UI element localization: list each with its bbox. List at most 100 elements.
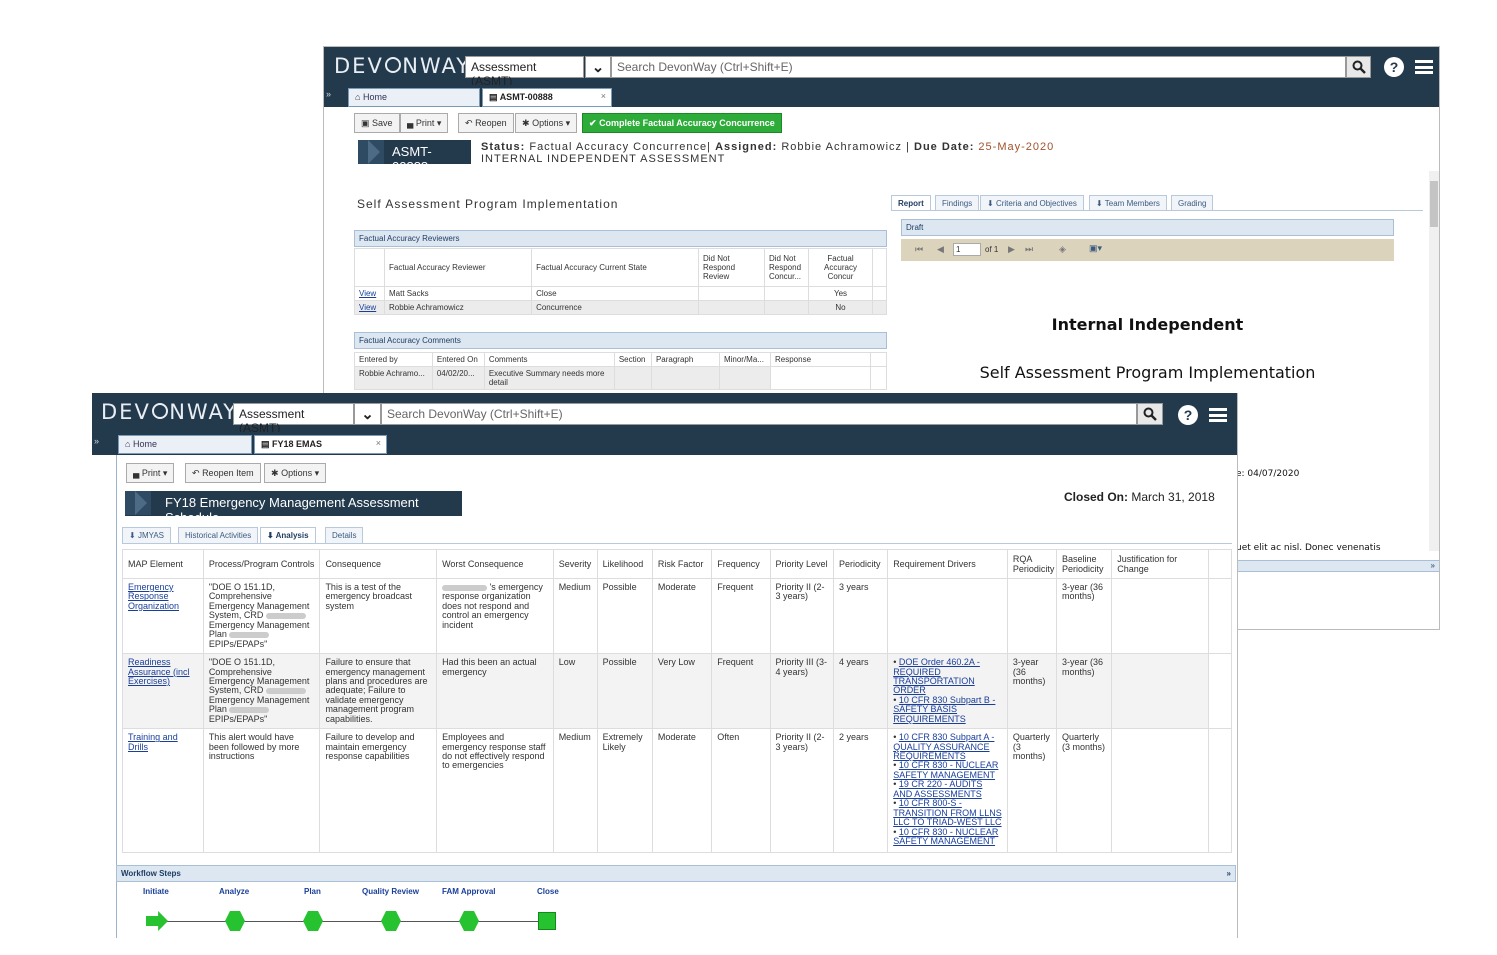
table-row: Robbie Achramo... 04/02/20... Executive Su… <box>354 366 887 390</box>
view-link[interactable]: View <box>359 289 376 298</box>
reopen-item-button[interactable]: ↶ Reopen Item <box>185 463 261 483</box>
tab-report[interactable]: Report <box>891 195 931 211</box>
status-line: Status: Factual Accuracy Concurrence| As… <box>481 141 1055 153</box>
close-icon[interactable]: × <box>601 91 606 101</box>
tab-team-members[interactable]: ⬇ Team Members <box>1089 195 1167 211</box>
requirement-link[interactable]: 10 CFR 830 - NUCLEAR SAFETY MANAGEMENT <box>893 827 998 846</box>
closed-on: Closed On: March 31, 2018 <box>1064 490 1215 504</box>
requirement-link[interactable]: 19 CR 220 - AUDITS AND ASSESSMENTS <box>893 779 982 798</box>
help-icon[interactable]: ? <box>1384 57 1404 77</box>
report-date: e: 04/07/2020 <box>1236 469 1300 479</box>
document-icon: ▤ <box>261 439 270 449</box>
search-button[interactable] <box>1137 403 1163 425</box>
tab-home[interactable]: ⌂ Home <box>348 88 480 107</box>
map-element-link[interactable]: Emergency Response Organization <box>128 582 179 611</box>
requirement-link[interactable]: 10 CFR 830 - NUCLEAR SAFETY MANAGEMENT <box>893 760 998 780</box>
check-circle-icon: ✔ <box>589 118 597 128</box>
map-element-link[interactable]: Training and Drills <box>128 732 178 751</box>
search-icon <box>1352 60 1366 74</box>
hamburger-menu-icon[interactable] <box>1209 408 1227 422</box>
tab-criteria[interactable]: ⬇ Criteria and Objectives <box>980 195 1084 211</box>
tab-jmyas[interactable]: ⬇ JMYAS <box>122 527 172 544</box>
collapse-bar[interactable]: » <box>1236 560 1439 572</box>
chevron-down-icon: ⌄ <box>361 406 374 423</box>
view-link[interactable]: View <box>359 303 376 312</box>
complete-concurrence-button[interactable]: ✔ Complete Factual Accuracy Concurrence <box>582 113 782 133</box>
close-icon[interactable]: × <box>376 438 381 448</box>
print-button[interactable]: ▄ Print ▾ <box>126 463 175 483</box>
comments-table: Entered by Entered On Comments Section Para… <box>354 352 887 390</box>
tab-analysis[interactable]: ⬇ Analysis <box>260 527 316 544</box>
workflow-step-label: Quality Review <box>362 887 419 896</box>
last-page-icon[interactable]: ⏭ <box>1025 244 1033 255</box>
analysis-table: MAP Element Process/Program Controls Conse… <box>122 549 1232 854</box>
top-bar: DEV NWAY Assessment (ASMT) ⌄ Search Devon… <box>324 47 1439 88</box>
module-dropdown-button[interactable]: ⌄ <box>585 56 611 78</box>
reopen-button[interactable]: ↶ Reopen <box>458 113 514 133</box>
search-icon <box>1143 407 1157 421</box>
next-page-icon[interactable]: ▶ <box>1008 244 1015 255</box>
search-button[interactable] <box>1346 56 1371 78</box>
requirement-link[interactable]: 10 CFR 830 Subpart A - QUALITY ASSURANCE… <box>893 732 994 761</box>
requirement-link[interactable]: 10 CFR 830 Subpart B - SAFETY BASIS REQU… <box>893 695 995 724</box>
options-button[interactable]: ✱ Options ▾ <box>515 113 578 133</box>
reviewers-table: Factual Accuracy Reviewer Factual Accura… <box>354 248 887 315</box>
workflow-header: Workflow Steps» <box>116 865 1236 882</box>
tab-record[interactable]: ▤ ASMT-00888 × <box>482 88 612 107</box>
help-icon[interactable]: ? <box>1178 405 1198 425</box>
print-button[interactable]: ▄ Print ▾ <box>400 113 449 133</box>
requirement-link[interactable]: 10 CFR 800-S - TRANSITION FROM LLNS LLC … <box>893 798 1002 827</box>
hamburger-menu-icon[interactable] <box>1415 60 1433 74</box>
tab-historical-activities[interactable]: Historical Activities <box>178 527 259 544</box>
tab-findings[interactable]: Findings <box>935 195 980 211</box>
workflow-connector <box>156 921 546 922</box>
report-heading: Internal Independent <box>1051 315 1244 334</box>
undo-icon: ↶ <box>465 118 473 128</box>
expand-icon[interactable]: » <box>94 436 99 446</box>
first-page-icon[interactable]: ⏮ <box>915 244 923 255</box>
map-element-link[interactable]: Readiness Assurance (incl Exercises) <box>128 657 190 686</box>
requirement-link[interactable]: DOE Order 460.2A - REQUIRED TRANSPORTATI… <box>893 657 980 695</box>
print-icon: ▄ <box>407 118 414 128</box>
tab-details[interactable]: Details <box>325 527 364 544</box>
chevron-down-icon: ⌄ <box>591 59 605 76</box>
refresh-icon[interactable]: ◈ <box>1059 244 1066 255</box>
tab-home[interactable]: ⌂ Home <box>118 435 252 454</box>
workflow-step-label: FAM Approval <box>442 887 496 896</box>
draft-header: Draft <box>901 219 1394 236</box>
save-icon: ▣ <box>361 118 370 128</box>
module-select[interactable]: Assessment (ASMT) <box>465 56 584 88</box>
undo-icon: ↶ <box>192 468 200 478</box>
comments-section-header: Factual Accuracy Comments <box>354 332 887 349</box>
record-banner: ASMT-00888 <box>358 140 471 174</box>
module-select[interactable]: Assessment (ASMT) <box>233 403 354 435</box>
workflow-step-label: Analyze <box>219 887 250 896</box>
collapse-icon[interactable]: » <box>1227 869 1231 878</box>
tab-grading[interactable]: Grading <box>1171 195 1214 211</box>
page-title: Self Assessment Program Implementation <box>357 197 619 211</box>
devonway-logo: DEV NWAY <box>334 54 472 78</box>
workflow-step-close[interactable] <box>538 912 556 930</box>
page-input[interactable]: 1 <box>953 243 981 256</box>
export-icon[interactable]: ▣▾ <box>1089 243 1102 254</box>
table-row: View Matt Sacks Close Yes <box>354 286 887 301</box>
tab-record[interactable]: ▤ FY18 EMAS × <box>254 435 387 454</box>
expand-icon[interactable]: » <box>326 89 331 99</box>
prev-page-icon[interactable]: ◀ <box>937 244 944 255</box>
report-toolbar: ⏮ ◀ 1 of 1 ▶ ⏭ ◈ ▣▾ <box>901 239 1394 261</box>
gear-icon: ✱ <box>271 468 279 478</box>
report-body-text: uet elit ac nisl. Donec venenatis <box>1236 543 1381 553</box>
record-subtitle: INTERNAL INDEPENDENT ASSESSMENT <box>481 153 726 165</box>
save-button[interactable]: ▣ Save <box>354 113 400 133</box>
top-bar: DEV NWAY Assessment (ASMT) ⌄ Search Devon… <box>92 393 1237 435</box>
search-input[interactable]: Search DevonWay (Ctrl+Shift+E) <box>611 56 1346 78</box>
table-row: View Robbie Achramowicz Concurrence No <box>354 300 887 315</box>
table-row: Training and Drills This alert would hav… <box>122 728 1232 854</box>
table-row: Emergency Response Organization "DOE O 1… <box>122 577 1232 655</box>
scrollbar[interactable] <box>1429 171 1439 551</box>
search-input[interactable]: Search DevonWay (Ctrl+Shift+E) <box>381 403 1137 425</box>
module-dropdown-button[interactable]: ⌄ <box>354 403 381 425</box>
home-icon: ⌂ <box>125 439 131 449</box>
workflow-step-label: Initiate <box>143 887 169 896</box>
options-button[interactable]: ✱ Options ▾ <box>264 463 327 483</box>
